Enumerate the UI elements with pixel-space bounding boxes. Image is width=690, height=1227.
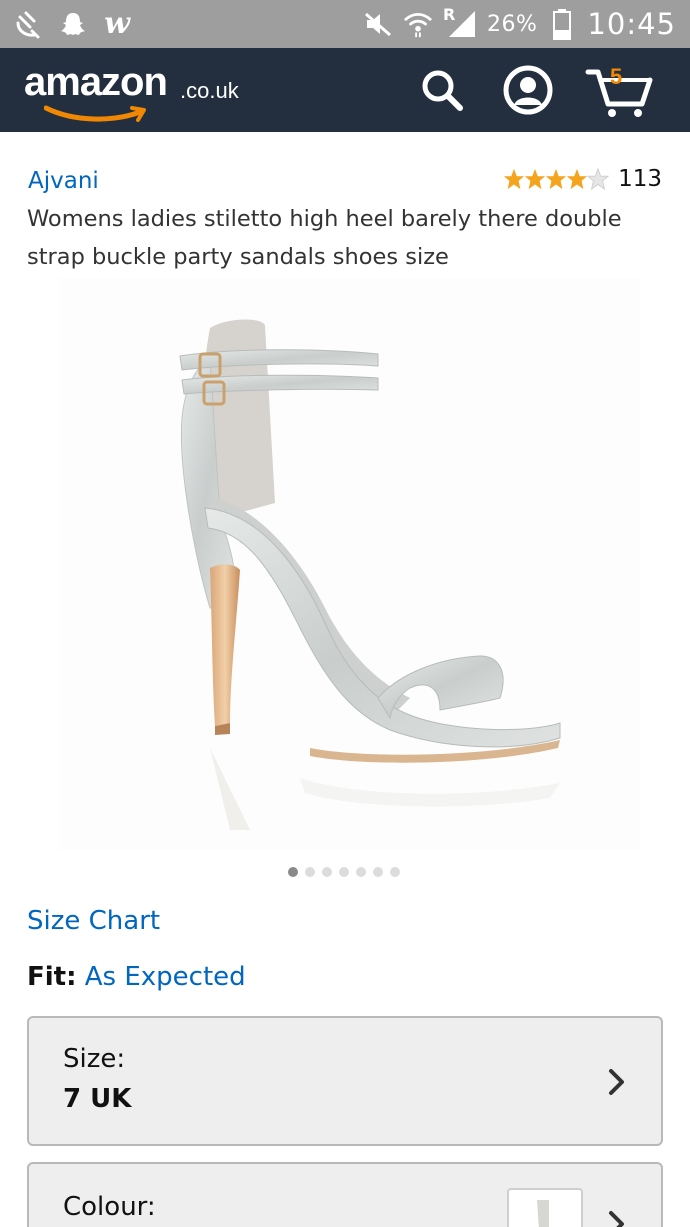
star-full-icon	[525, 168, 546, 190]
size-value: 7 UK	[63, 1084, 132, 1114]
search-icon	[422, 70, 463, 111]
status-bar: w R 26% 10:45	[0, 0, 690, 48]
signal-icon: R	[443, 5, 477, 39]
status-right-icons: R 26% 10:45	[363, 5, 676, 42]
pagination-dot[interactable]	[339, 867, 349, 877]
colour-swatch-thumbnail	[507, 1188, 583, 1227]
star-full-icon	[504, 168, 525, 190]
star-empty-icon	[587, 168, 610, 190]
pagination-dot[interactable]	[373, 867, 383, 877]
cart-button[interactable]: 5	[582, 62, 658, 118]
clock: 10:45	[587, 7, 676, 41]
rating-summary[interactable]: 113	[503, 166, 662, 192]
sandal-image	[179, 319, 561, 830]
fit-row: Fit: As Expected	[27, 962, 246, 992]
colour-label: Colour:	[63, 1192, 156, 1222]
w-app-icon: w	[104, 6, 130, 41]
star-rating	[503, 168, 610, 190]
image-pagination[interactable]	[288, 867, 400, 877]
product-title: Womens ladies stiletto high heel barely …	[27, 206, 622, 270]
status-left-icons: w	[14, 6, 132, 42]
wifi-icon	[403, 9, 433, 39]
mute-icon	[363, 9, 393, 39]
pagination-dot[interactable]	[288, 867, 298, 877]
logo-wordmark: amazon	[24, 60, 168, 104]
fit-value-link[interactable]: As Expected	[85, 962, 246, 992]
smile-arrow-icon	[44, 105, 146, 122]
star-full-icon	[567, 168, 588, 190]
size-label: Size:	[63, 1044, 126, 1074]
pagination-dot[interactable]	[356, 867, 366, 877]
account-button[interactable]	[500, 62, 556, 118]
app-header: amazon .co.uk 5	[0, 48, 690, 132]
pagination-dot[interactable]	[322, 867, 332, 877]
product-image[interactable]	[60, 278, 640, 850]
pagination-dot[interactable]	[305, 867, 315, 877]
logo-domain: .co.uk	[180, 78, 239, 103]
pagination-dot[interactable]	[390, 867, 400, 877]
colour-selector[interactable]: Colour:	[27, 1162, 663, 1227]
star-full-icon	[546, 168, 567, 190]
search-button[interactable]	[414, 62, 470, 118]
battery-icon	[547, 9, 577, 40]
review-count: 113	[618, 166, 662, 192]
brand-link[interactable]: Ajvani	[28, 168, 99, 194]
fit-label: Fit:	[27, 962, 77, 992]
satellite-dish-icon	[14, 9, 44, 39]
account-icon	[503, 65, 553, 115]
sandal-thumbnail-icon	[537, 1200, 549, 1227]
chevron-right-icon	[609, 1069, 624, 1095]
cart-count-badge: 5	[610, 64, 623, 89]
chevron-right-icon	[609, 1211, 624, 1227]
snapchat-ghost-icon	[58, 9, 88, 39]
battery-percent: 26%	[487, 11, 538, 37]
size-chart-link[interactable]: Size Chart	[27, 906, 160, 936]
size-selector[interactable]: Size: 7 UK	[27, 1016, 663, 1146]
network-type-label: R	[443, 5, 456, 24]
